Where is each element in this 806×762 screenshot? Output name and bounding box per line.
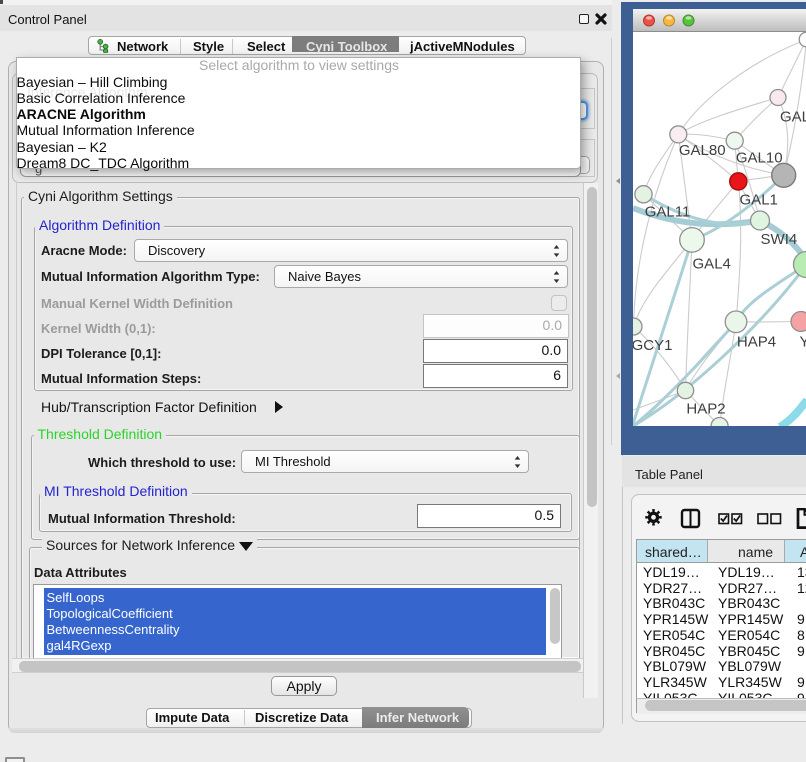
svg-text:GAL4: GAL4 bbox=[693, 256, 731, 273]
svg-text:HAP4: HAP4 bbox=[737, 334, 776, 351]
svg-text:GAL7: GAL7 bbox=[780, 108, 806, 125]
svg-text:GAL11: GAL11 bbox=[645, 204, 691, 221]
svg-text:GAL10: GAL10 bbox=[736, 150, 783, 167]
svg-text:GAL80: GAL80 bbox=[679, 142, 726, 159]
svg-text:Y: Y bbox=[800, 334, 806, 351]
svg-text:SWI4: SWI4 bbox=[761, 231, 798, 248]
svg-text:GAL1: GAL1 bbox=[740, 192, 778, 209]
svg-text:HAP2: HAP2 bbox=[686, 401, 725, 418]
svg-text:GCY1: GCY1 bbox=[633, 337, 672, 354]
